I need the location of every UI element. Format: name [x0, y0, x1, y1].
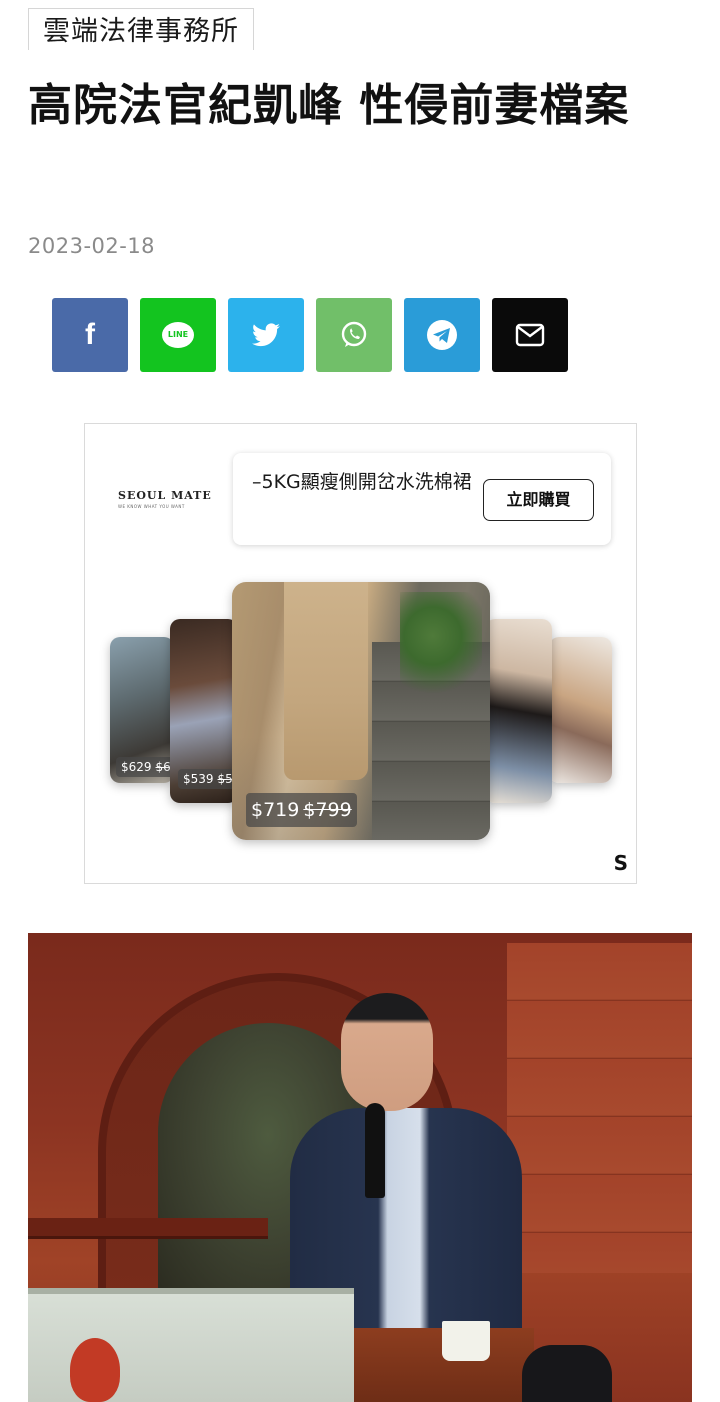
article-hero-image	[28, 933, 692, 1402]
price: $629	[121, 760, 152, 774]
publish-date: 2023-02-18	[28, 234, 156, 258]
mail-icon	[515, 323, 545, 347]
ad-product-card: –5KG顯瘦側開岔水洗棉裙 立即購買	[233, 453, 611, 545]
line-icon: LINE	[162, 322, 194, 348]
old-price: $799	[303, 799, 352, 821]
facebook-share-button[interactable]: f	[52, 298, 128, 372]
ad-network-logo[interactable]: S	[614, 851, 628, 875]
price-tag: $719 $799	[246, 793, 357, 827]
share-bar: f LINE	[52, 298, 568, 372]
telegram-share-button[interactable]	[404, 298, 480, 372]
whatsapp-share-button[interactable]	[316, 298, 392, 372]
photo-chair	[522, 1345, 612, 1402]
photo-rail	[28, 1218, 268, 1236]
product-slide-active[interactable]: $719 $799	[232, 582, 490, 840]
price: $539	[183, 772, 214, 786]
twitter-icon	[252, 323, 280, 347]
price-tag: $539 $5	[178, 769, 238, 789]
price: $719	[251, 799, 300, 821]
price-tag: $629$69	[116, 757, 174, 777]
telegram-icon	[427, 320, 457, 350]
product-photo-plant	[400, 592, 482, 702]
product-photo-skirt	[284, 582, 368, 780]
email-share-button[interactable]	[492, 298, 568, 372]
page-title: 高院法官紀凱峰 性侵前妻檔案	[28, 80, 630, 131]
ad-product-name: –5KG顯瘦側開岔水洗棉裙	[252, 471, 472, 493]
product-slide[interactable]: $629$69	[110, 637, 174, 783]
old-price: $5	[217, 772, 233, 786]
ad-brand-logo: SEOUL MATE	[118, 489, 212, 502]
product-slide[interactable]	[549, 637, 612, 783]
whatsapp-icon	[341, 321, 367, 347]
advertisement[interactable]: SEOUL MATE WE KNOW WHAT YOU WANT –5KG顯瘦側…	[84, 423, 637, 884]
product-slide[interactable]: $539 $5	[170, 619, 238, 803]
microphone-icon	[365, 1103, 385, 1198]
line-share-button[interactable]: LINE	[140, 298, 216, 372]
photo-cup	[442, 1321, 490, 1361]
photo-red-seal	[70, 1338, 120, 1402]
ad-brand-tagline: WE KNOW WHAT YOU WANT	[118, 504, 185, 509]
twitter-share-button[interactable]	[228, 298, 304, 372]
facebook-icon: f	[85, 318, 95, 351]
buy-now-button[interactable]: 立即購買	[483, 479, 594, 521]
photo-wall-panel	[507, 943, 692, 1273]
product-slide[interactable]	[485, 619, 552, 803]
category-tag[interactable]: 雲端法律事務所	[28, 8, 254, 50]
photo-speaker-head	[341, 993, 433, 1111]
product-carousel[interactable]: $629$69 $539$5 $719$799	[85, 574, 636, 844]
